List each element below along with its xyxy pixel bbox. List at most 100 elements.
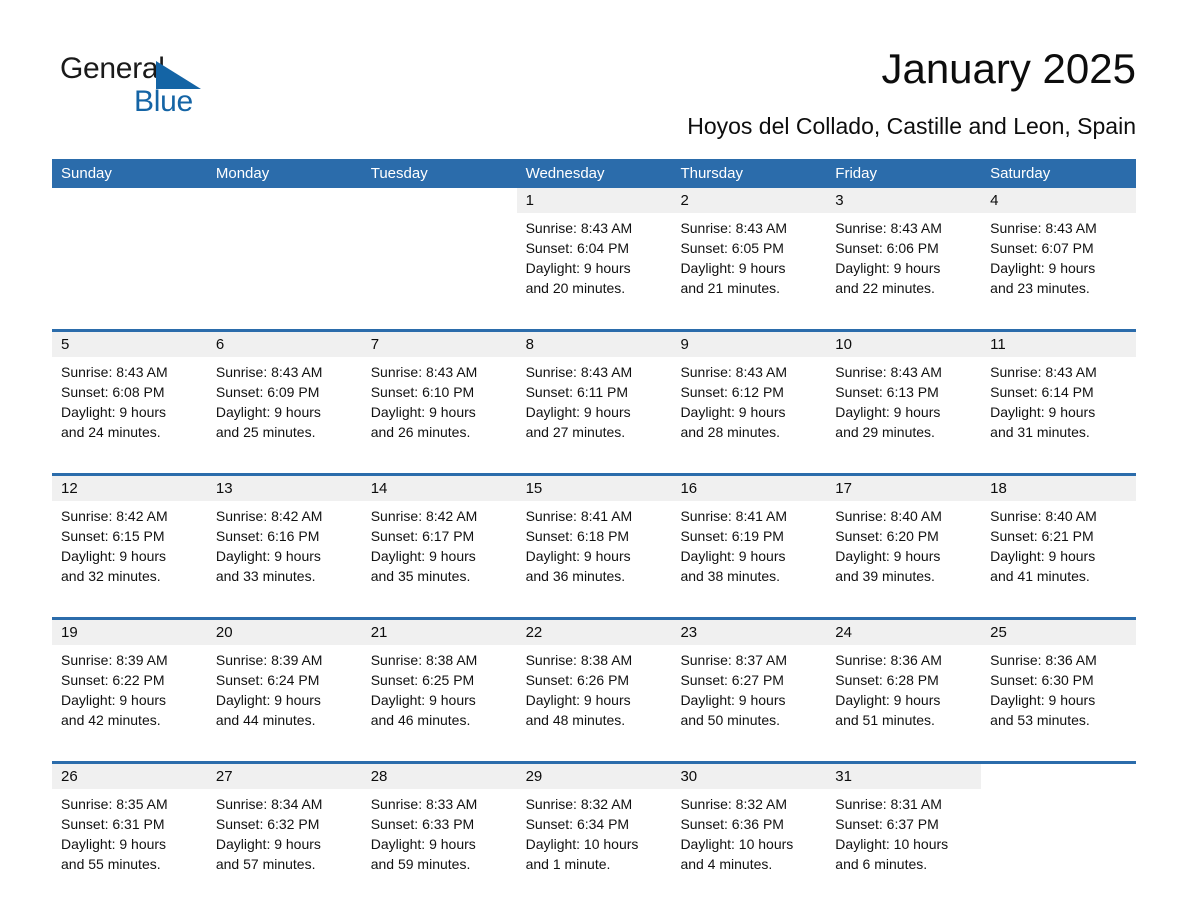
day-details: Sunrise: 8:42 AM Sunset: 6:16 PM Daylight:… [207,501,362,586]
day-cell[interactable]: 12 Sunrise: 8:42 AM Sunset: 6:15 PM Dayligh… [52,476,207,608]
day-details: Sunrise: 8:43 AM Sunset: 6:09 PM Daylight:… [207,357,362,442]
day-cell[interactable]: 6 Sunrise: 8:43 AM Sunset: 6:09 PM Daylight… [206,332,362,464]
day-detail-line: Daylight: 9 hours [680,692,786,708]
day-detail-line: Sunrise: 8:32 AM [525,796,633,812]
day-detail-line: Sunset: 6:16 PM [215,528,320,544]
day-cell[interactable]: 21 Sunrise: 8:38 AM Sunset: 6:25 PM Dayligh… [361,620,517,752]
day-cell[interactable]: 16 Sunrise: 8:41 AM Sunset: 6:19 PM Dayligh… [671,476,827,608]
day-number: 17 [826,476,982,501]
day-cell[interactable]: 5 Sunrise: 8:43 AM Sunset: 6:08 PM Daylight… [52,332,207,464]
day-cell[interactable]: 20 Sunrise: 8:39 AM Sunset: 6:24 PM Dayligh… [206,620,362,752]
day-detail-line: Sunrise: 8:36 AM [990,652,1097,668]
day-detail-line: Sunrise: 8:31 AM [835,796,942,812]
day-cell[interactable]: 14 Sunrise: 8:42 AM Sunset: 6:17 PM Dayligh… [361,476,517,608]
day-detail-line: Sunrise: 8:43 AM [835,220,942,236]
day-detail-line: Sunset: 6:25 PM [370,672,475,688]
weekday-header-thursday: Thursday [680,165,743,182]
day-detail-line: Daylight: 9 hours [370,836,476,852]
week-row-spacer [52,320,1136,329]
day-detail-line: Sunrise: 8:43 AM [525,364,633,380]
day-number: 31 [826,764,982,789]
day-detail-line: Sunset: 6:31 PM [61,816,165,832]
weekday-header-wednesday: Wednesday [525,165,605,182]
day-cell[interactable]: 15 Sunrise: 8:41 AM Sunset: 6:18 PM Dayligh… [516,476,672,608]
day-details: Sunrise: 8:43 AM Sunset: 6:07 PM Daylight:… [981,213,1136,298]
day-cell[interactable]: 26 Sunrise: 8:35 AM Sunset: 6:31 PM Dayligh… [52,764,207,896]
day-detail-line: Sunrise: 8:43 AM [370,364,478,380]
day-cell[interactable]: 17 Sunrise: 8:40 AM Sunset: 6:20 PM Dayligh… [826,476,982,608]
brand-logo[interactable]: General Blue [60,52,280,124]
day-cell[interactable]: 30 Sunrise: 8:32 AM Sunset: 6:36 PM Dayligh… [671,764,827,896]
day-detail-line: Sunset: 6:05 PM [680,240,784,256]
day-detail-line: Sunset: 6:21 PM [990,528,1094,544]
day-cell[interactable]: 29 Sunrise: 8:32 AM Sunset: 6:34 PM Dayligh… [516,764,672,896]
day-cell[interactable]: 8 Sunrise: 8:43 AM Sunset: 6:11 PM Daylight… [516,332,672,464]
week-row-spacer [52,608,1136,617]
day-details [981,789,1136,794]
week-row-spacer [52,464,1136,473]
day-cell[interactable]: 13 Sunrise: 8:42 AM Sunset: 6:16 PM Dayligh… [206,476,362,608]
day-cell[interactable]: 18 Sunrise: 8:40 AM Sunset: 6:21 PM Dayligh… [981,476,1137,608]
day-number: 4 [981,188,1137,213]
day-detail-line: and 27 minutes. [525,424,626,440]
day-details: Sunrise: 8:40 AM Sunset: 6:21 PM Daylight:… [981,501,1136,586]
day-cell[interactable]: 28 Sunrise: 8:33 AM Sunset: 6:33 PM Dayligh… [361,764,517,896]
day-cell[interactable]: 2 Sunrise: 8:43 AM Sunset: 6:05 PM Daylight… [671,188,827,320]
day-details: Sunrise: 8:43 AM Sunset: 6:05 PM Daylight:… [671,213,826,298]
day-number: 13 [206,476,362,501]
day-cell[interactable]: 1 Sunrise: 8:43 AM Sunset: 6:04 PM Daylight… [516,188,672,320]
day-detail-line: and 44 minutes. [215,712,316,728]
day-details: Sunrise: 8:42 AM Sunset: 6:15 PM Daylight:… [52,501,207,586]
day-number [207,188,362,213]
day-detail-line: and 23 minutes. [990,280,1090,296]
day-number: 20 [206,620,362,645]
day-detail-line: and 4 minutes. [680,856,773,872]
day-detail-line: Daylight: 9 hours [215,692,321,708]
page-header: General Blue January 2025 Hoyos del Coll… [52,44,1136,148]
day-details: Sunrise: 8:37 AM Sunset: 6:27 PM Daylight:… [671,645,826,730]
day-cell[interactable]: 3 Sunrise: 8:43 AM Sunset: 6:06 PM Daylight… [826,188,982,320]
day-cell[interactable]: 19 Sunrise: 8:39 AM Sunset: 6:22 PM Dayligh… [52,620,207,752]
day-detail-line: Daylight: 9 hours [61,836,167,852]
day-cell[interactable]: 24 Sunrise: 8:36 AM Sunset: 6:28 PM Dayligh… [826,620,982,752]
day-number: 9 [671,332,827,357]
day-detail-line: Sunset: 6:07 PM [990,240,1094,256]
day-detail-line: Sunrise: 8:41 AM [680,508,788,524]
day-number: 28 [361,764,517,789]
weekday-header-tuesday: Tuesday [370,165,428,182]
day-details: Sunrise: 8:36 AM Sunset: 6:28 PM Daylight:… [826,645,981,730]
day-detail-line: Sunrise: 8:43 AM [680,364,788,380]
day-cell[interactable]: 25 Sunrise: 8:36 AM Sunset: 6:30 PM Dayligh… [981,620,1137,752]
day-number: 10 [826,332,982,357]
day-number: 1 [516,188,672,213]
day-number: 12 [52,476,207,501]
day-detail-line: Daylight: 9 hours [835,260,941,276]
week-row: 19 Sunrise: 8:39 AM Sunset: 6:22 PM Dayligh… [52,617,1137,752]
day-cell[interactable]: 10 Sunrise: 8:43 AM Sunset: 6:13 PM Dayligh… [826,332,982,464]
day-cell[interactable]: 11 Sunrise: 8:43 AM Sunset: 6:14 PM Dayligh… [981,332,1137,464]
day-details: Sunrise: 8:39 AM Sunset: 6:22 PM Daylight:… [52,645,207,730]
day-cell[interactable]: 22 Sunrise: 8:38 AM Sunset: 6:26 PM Dayligh… [516,620,672,752]
day-cell[interactable]: 4 Sunrise: 8:43 AM Sunset: 6:07 PM Daylight… [981,188,1137,320]
day-detail-line: Sunrise: 8:38 AM [525,652,633,668]
day-cell[interactable]: 23 Sunrise: 8:37 AM Sunset: 6:27 PM Dayligh… [671,620,827,752]
day-details: Sunrise: 8:39 AM Sunset: 6:24 PM Daylight:… [207,645,362,730]
day-details: Sunrise: 8:34 AM Sunset: 6:32 PM Daylight:… [207,789,362,874]
day-detail-line: Sunrise: 8:37 AM [680,652,788,668]
day-cell[interactable]: 9 Sunrise: 8:43 AM Sunset: 6:12 PM Daylight… [671,332,827,464]
day-detail-line: and 25 minutes. [215,424,316,440]
day-detail-line: Sunrise: 8:40 AM [835,508,942,524]
day-detail-line: Sunrise: 8:35 AM [61,796,168,812]
day-cell[interactable]: 27 Sunrise: 8:34 AM Sunset: 6:32 PM Dayligh… [206,764,362,896]
day-cell[interactable]: 7 Sunrise: 8:43 AM Sunset: 6:10 PM Daylight… [361,332,517,464]
day-details: Sunrise: 8:43 AM Sunset: 6:04 PM Daylight:… [517,213,672,298]
day-detail-line: Sunset: 6:28 PM [835,672,939,688]
day-details: Sunrise: 8:43 AM Sunset: 6:11 PM Daylight:… [517,357,672,442]
day-cell[interactable]: 31 Sunrise: 8:31 AM Sunset: 6:37 PM Dayligh… [826,764,982,896]
day-detail-line: Daylight: 9 hours [215,836,321,852]
day-details: Sunrise: 8:43 AM Sunset: 6:14 PM Daylight:… [981,357,1136,442]
empty-day-cell [52,188,207,320]
day-detail-line: Sunrise: 8:43 AM [990,220,1097,236]
day-number: 6 [206,332,362,357]
day-detail-line: Sunrise: 8:32 AM [680,796,788,812]
